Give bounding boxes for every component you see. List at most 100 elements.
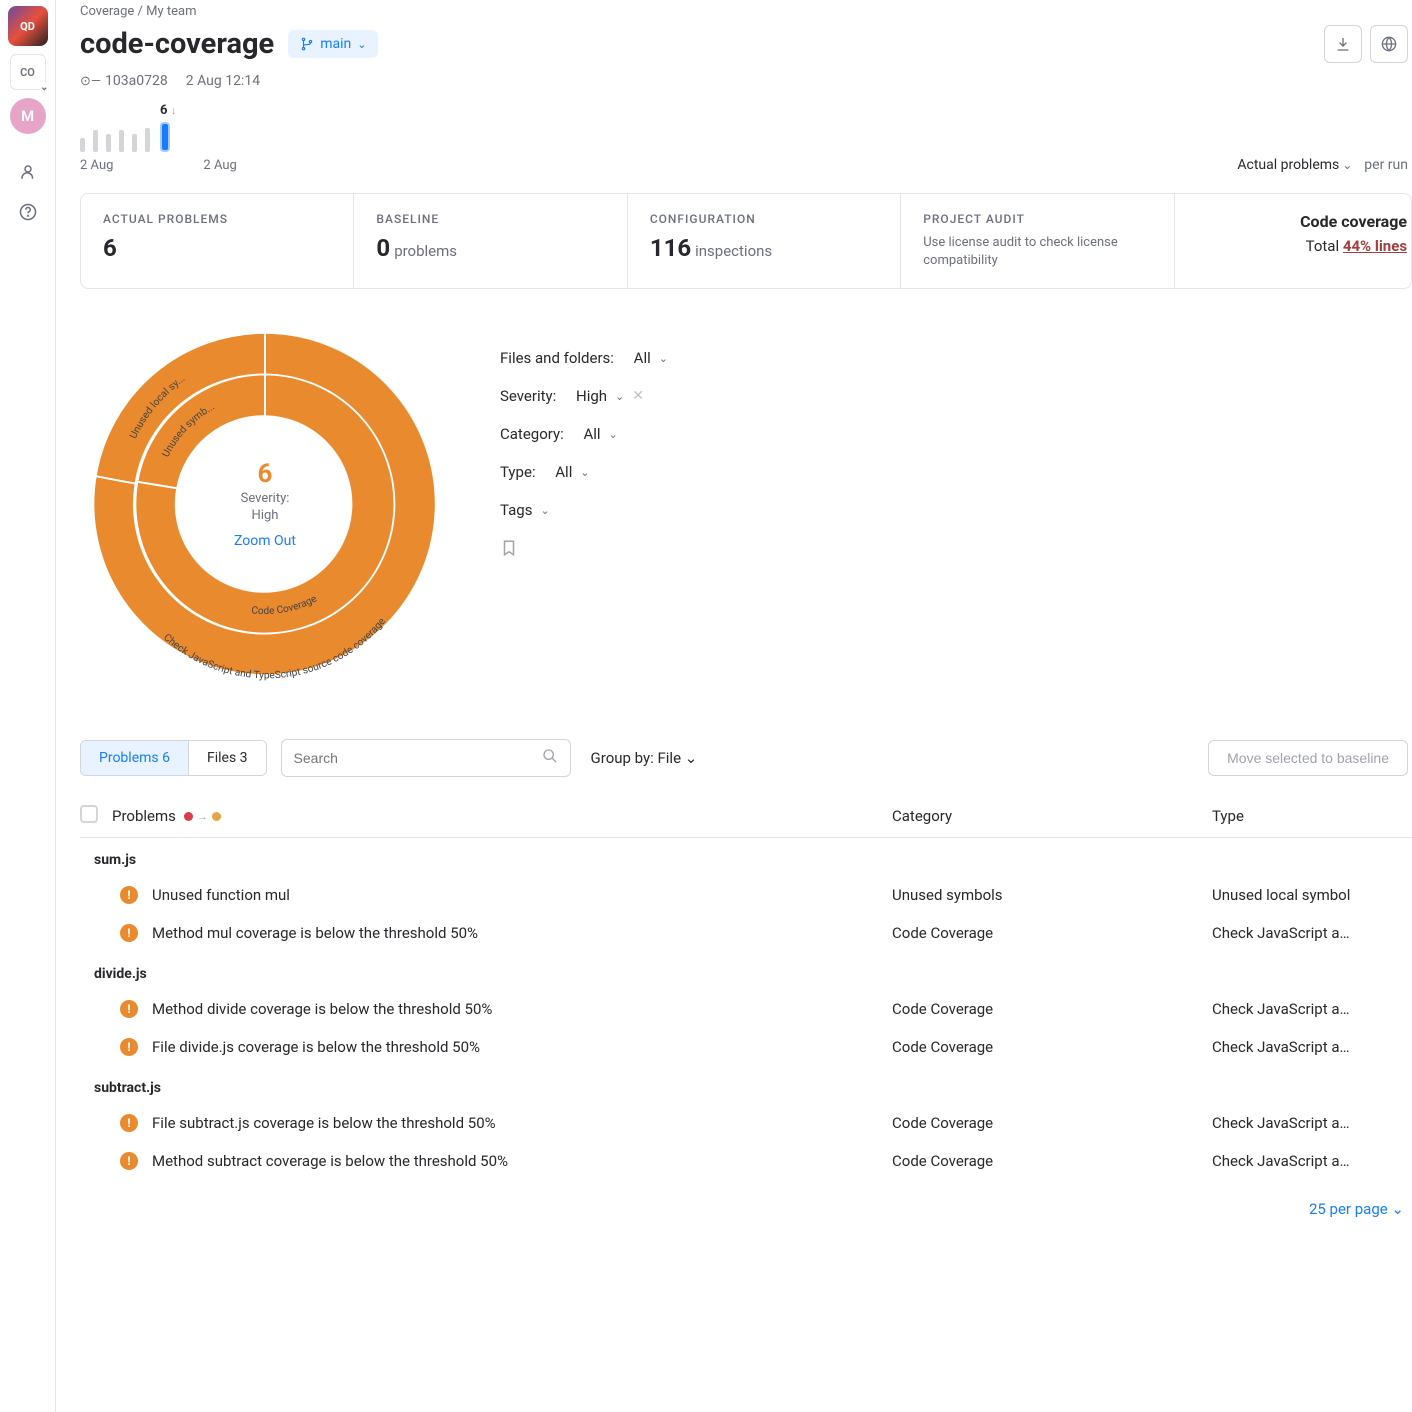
card-title: PROJECT AUDIT [923, 212, 1151, 226]
app-logo[interactable]: QD [8, 6, 48, 46]
problem-row[interactable]: ! File divide.js coverage is below the t… [80, 1028, 1412, 1066]
search-input[interactable] [294, 750, 542, 766]
avatar[interactable]: M [10, 98, 46, 134]
breadcrumb-current: My team [146, 4, 196, 19]
problem-category: Code Coverage [892, 1152, 1212, 1170]
card-title: CONFIGURATION [650, 212, 878, 226]
chevron-down-icon: ⌄ [40, 82, 48, 93]
problem-row[interactable]: ! Method mul coverage is below the thres… [80, 914, 1412, 952]
timeline-right-date: 2 Aug [203, 158, 236, 173]
problem-type: Check JavaScript a… [1212, 1038, 1412, 1056]
donut-label: Severity:High [234, 491, 296, 525]
branch-icon [300, 37, 314, 51]
warning-icon: ! [120, 924, 138, 942]
configuration-card[interactable]: CONFIGURATION 116inspections [628, 194, 901, 288]
chevron-down-icon: ⌄ [609, 428, 618, 441]
problem-text: File divide.js coverage is below the thr… [152, 1038, 892, 1056]
col-problems-header: Problems [112, 807, 176, 825]
tab-problems[interactable]: Problems 6 [81, 741, 189, 775]
chevron-down-icon: ⌄ [659, 352, 668, 365]
card-value: 116inspections [650, 234, 878, 262]
problem-type: Unused local symbol [1212, 886, 1412, 904]
card-value: 0problems [376, 234, 604, 262]
timeline-bars[interactable] [80, 128, 150, 152]
problem-row[interactable]: ! Method subtract coverage is below the … [80, 1142, 1412, 1180]
user-icon[interactable] [10, 154, 46, 190]
zoom-out-link[interactable]: Zoom Out [234, 533, 296, 549]
tab-files[interactable]: Files 3 [189, 741, 266, 775]
breadcrumb: Coverage / My team [80, 0, 1412, 19]
baseline-card[interactable]: BASELINE 0problems [354, 194, 627, 288]
filter-type[interactable]: Type: All⌄ [500, 463, 668, 481]
card-value: 6 [103, 234, 331, 262]
page-title: code-coverage [80, 27, 274, 61]
warning-icon: ! [120, 1152, 138, 1170]
web-button[interactable] [1370, 25, 1408, 63]
coverage-link[interactable]: 44% lines [1343, 237, 1407, 255]
card-title: BASELINE [376, 212, 604, 226]
search-icon [542, 748, 558, 768]
actual-problems-card[interactable]: ACTUAL PROBLEMS 6 [81, 194, 354, 288]
filter-category[interactable]: Category: All⌄ [500, 425, 668, 443]
problem-row[interactable]: ! Unused function mul Unused symbols Unu… [80, 876, 1412, 914]
org-switcher[interactable]: CO⌄ [10, 54, 46, 90]
commit-meta: ⊙—103a0728 2 Aug 12:14 [80, 73, 1412, 89]
problem-row[interactable]: ! Method divide coverage is below the th… [80, 990, 1412, 1028]
group-row[interactable]: divide.js [80, 952, 1412, 990]
per-page-selector[interactable]: 25 per page ⌄ [1309, 1200, 1404, 1218]
problem-category: Code Coverage [892, 1114, 1212, 1132]
donut-value: 6 [234, 459, 296, 489]
view-selector[interactable]: Actual problems [1237, 157, 1352, 173]
download-icon [1335, 36, 1351, 52]
download-button[interactable] [1324, 25, 1362, 63]
warning-icon: ! [120, 1038, 138, 1056]
problem-type: Check JavaScript a… [1212, 1152, 1412, 1170]
problem-row[interactable]: ! File subtract.js coverage is below the… [80, 1104, 1412, 1142]
chevron-down-icon: ⌄ [685, 749, 698, 767]
coverage-total: Total 44% lines [1179, 237, 1407, 255]
problem-category: Code Coverage [892, 924, 1212, 942]
problem-type: Check JavaScript a… [1212, 1114, 1412, 1132]
timeline-selected-bar[interactable] [160, 122, 170, 152]
problem-category: Code Coverage [892, 1000, 1212, 1018]
breadcrumb-parent[interactable]: Coverage [80, 4, 134, 19]
globe-icon [1381, 36, 1397, 52]
clear-icon[interactable]: ✕ [632, 388, 644, 404]
sunburst-chart[interactable]: Unused local sy... Check JavaScript and … [80, 319, 450, 689]
move-to-baseline-button[interactable]: Move selected to baseline [1208, 740, 1408, 776]
card-desc: Use license audit to check license compa… [923, 234, 1151, 270]
timeline-left-date: 2 Aug [80, 158, 113, 173]
help-icon[interactable] [10, 194, 46, 230]
problem-category: Unused symbols [892, 886, 1212, 904]
chevron-down-icon: ⌄ [580, 466, 589, 479]
coverage-title: Code coverage [1179, 212, 1407, 231]
code-coverage-card[interactable]: Code coverage Total 44% lines [1175, 194, 1411, 288]
chevron-down-icon: ⌄ [615, 390, 624, 403]
segmented-tabs: Problems 6 Files 3 [80, 740, 267, 776]
filter-tags[interactable]: Tags⌄ [500, 501, 668, 519]
branch-selector[interactable]: main ⌄ [288, 30, 378, 58]
problem-text: File subtract.js coverage is below the t… [152, 1114, 892, 1132]
warning-icon: ! [120, 886, 138, 904]
bookmark-icon[interactable] [500, 539, 668, 562]
commit-icon: ⊙— [80, 74, 101, 89]
problem-category: Code Coverage [892, 1038, 1212, 1056]
group-row[interactable]: sum.js [80, 838, 1412, 876]
chevron-down-icon: ⌄ [357, 38, 366, 51]
warning-icon: ! [120, 1000, 138, 1018]
problem-type: Check JavaScript a… [1212, 924, 1412, 942]
problem-text: Method mul coverage is below the thresho… [152, 924, 892, 942]
per-run-label: per run [1364, 157, 1408, 173]
group-by-selector[interactable]: Group by: File ⌄ [591, 749, 698, 767]
timeline-selected-value: 6 ↓ [160, 103, 176, 118]
select-all-checkbox[interactable] [80, 805, 98, 823]
filter-files[interactable]: Files and folders: All⌄ [500, 349, 668, 367]
col-category-header: Category [892, 807, 1212, 825]
project-audit-card[interactable]: PROJECT AUDIT Use license audit to check… [901, 194, 1174, 288]
col-type-header: Type [1212, 807, 1412, 825]
severity-sort[interactable]: → [184, 810, 221, 823]
problem-text: Unused function mul [152, 886, 892, 904]
problem-type: Check JavaScript a… [1212, 1000, 1412, 1018]
group-row[interactable]: subtract.js [80, 1066, 1412, 1104]
filter-severity[interactable]: Severity: High⌄ ✕ [500, 387, 668, 405]
